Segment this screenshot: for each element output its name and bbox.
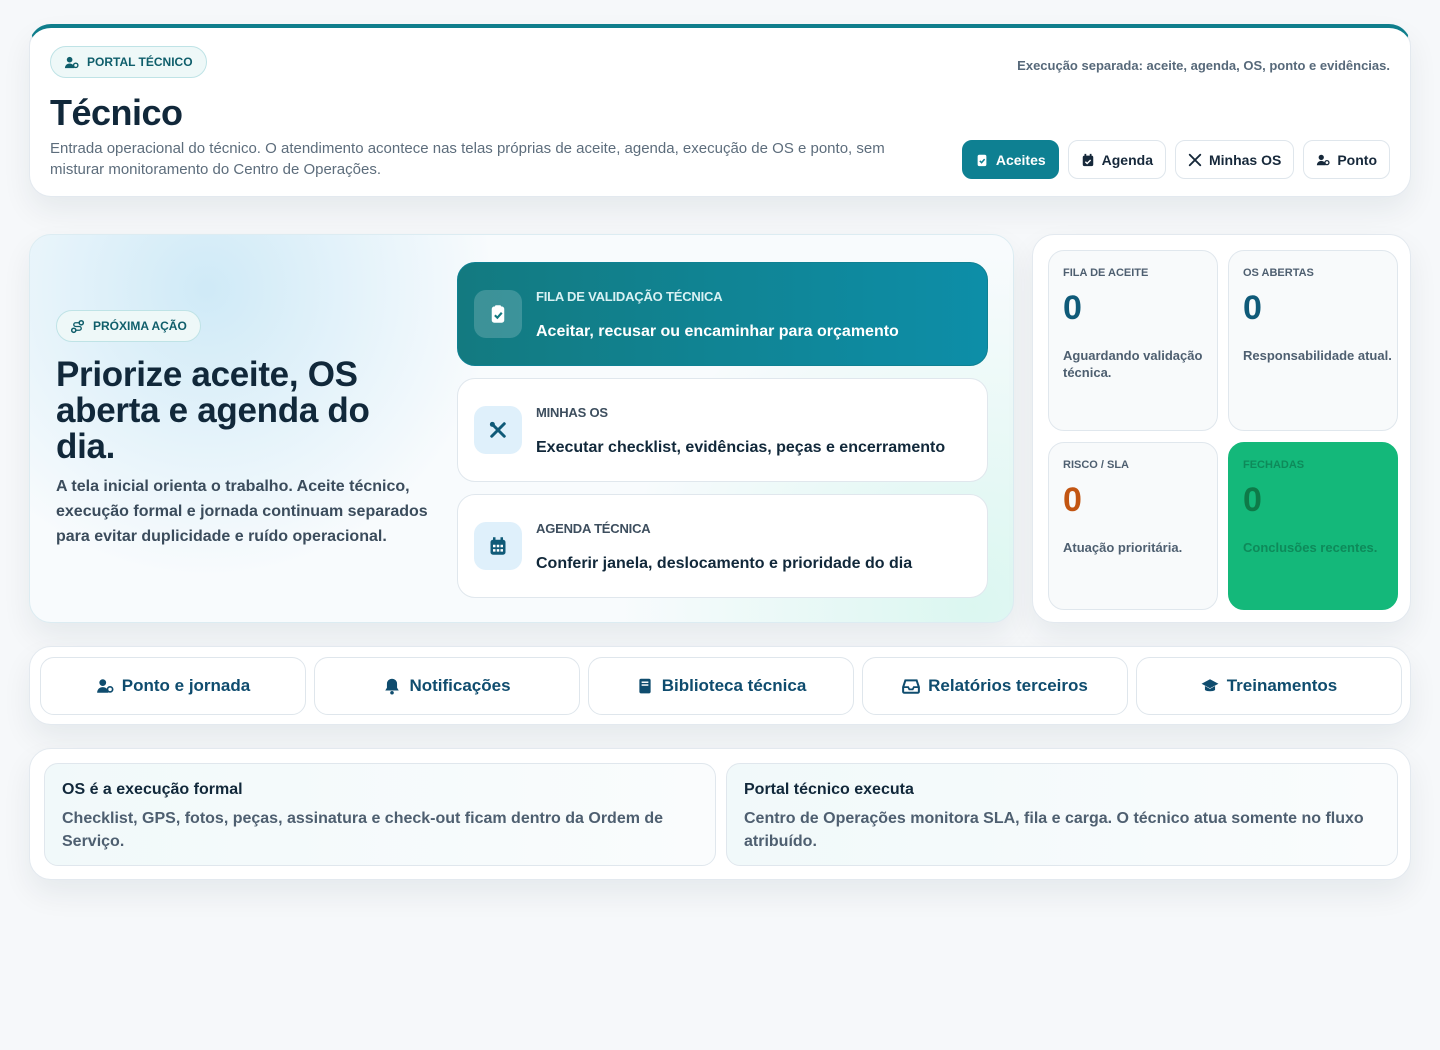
calendar-icon: [490, 537, 506, 555]
stat-value: 0: [1243, 289, 1262, 327]
quick-link-ponto-jornada[interactable]: Ponto e jornada: [40, 657, 306, 715]
action-validation-queue[interactable]: FILA DE VALIDAÇÃO TÉCNICA Aceitar, recus…: [457, 262, 988, 366]
book-icon: [639, 678, 651, 694]
action-kicker: FILA DE VALIDAÇÃO TÉCNICA: [536, 289, 723, 304]
info-title: OS é a execução formal: [62, 781, 243, 798]
stat-label: FILA DE ACEITE: [1063, 267, 1149, 279]
quick-link-label: Relatórios terceiros: [928, 676, 1088, 695]
header-tabs: Aceites Agenda Minhas OS Ponto: [961, 140, 1390, 179]
stat-note: Responsabilidade atual.: [1243, 348, 1392, 363]
hero-description: A tela inicial orienta o trabalho. Aceit…: [56, 478, 428, 545]
stat-note: Atuação prioritária.: [1063, 540, 1183, 555]
tab-ponto[interactable]: Ponto: [1303, 140, 1390, 179]
stat-label: OS ABERTAS: [1243, 267, 1314, 279]
stat-card-risco-sla[interactable]: RISCO / SLA 0 Atuação prioritária.: [1048, 442, 1218, 610]
quick-link-label: Treinamentos: [1226, 676, 1338, 695]
info-text: Centro de Operações monitora SLA, fila e…: [744, 810, 1364, 850]
tab-agenda[interactable]: Agenda: [1067, 140, 1166, 179]
stat-value: 0: [1243, 481, 1262, 519]
page-subtitle: Entrada operacional do técnico. O atendi…: [50, 140, 885, 178]
stat-note: Aguardando validação técnica.: [1063, 348, 1203, 380]
portal-pill-label: PORTAL TÉCNICO: [87, 55, 193, 69]
tab-minhas-os-label: Minhas OS: [1208, 151, 1282, 168]
stat-card-os-abertas[interactable]: OS ABERTAS 0 Responsabilidade atual.: [1228, 250, 1398, 431]
action-icon-box: [474, 290, 522, 338]
clipboard-check-icon: [977, 154, 987, 166]
tab-agenda-label: Agenda: [1101, 151, 1153, 168]
action-kicker: AGENDA TÉCNICA: [536, 521, 651, 536]
action-headline: Conferir janela, deslocamento e priorida…: [536, 555, 913, 572]
quick-link-biblioteca[interactable]: Biblioteca técnica: [588, 657, 854, 715]
action-kicker: MINHAS OS: [536, 405, 608, 420]
next-action-panel: PRÓXIMA AÇÃO Priorize aceite, OS aberta …: [29, 234, 1014, 623]
quick-link-label: Notificações: [409, 676, 511, 695]
next-action-pill: PRÓXIMA AÇÃO: [56, 310, 201, 342]
action-headline: Executar checklist, evidências, peças e …: [536, 439, 946, 456]
stat-card-fechadas[interactable]: FECHADAS 0 Conclusões recentes.: [1228, 442, 1398, 610]
hero-title: Priorize aceite, OS aberta e agenda do d…: [56, 355, 370, 466]
bell-icon: [385, 678, 400, 695]
action-agenda[interactable]: AGENDA TÉCNICA Conferir janela, deslocam…: [457, 494, 988, 598]
quick-link-treinamentos[interactable]: Treinamentos: [1136, 657, 1402, 715]
stat-value: 0: [1063, 481, 1082, 519]
stat-card-fila-aceite[interactable]: FILA DE ACEITE 0 Aguardando validação té…: [1048, 250, 1218, 431]
info-title: Portal técnico executa: [744, 781, 914, 798]
quick-link-notificacoes[interactable]: Notificações: [314, 657, 580, 715]
user-clock-icon: [96, 679, 114, 693]
stat-note: Conclusões recentes.: [1243, 540, 1378, 555]
portal-pill: PORTAL TÉCNICO: [50, 46, 207, 78]
info-box-portal-executa: Portal técnico executa Centro de Operaçõ…: [726, 763, 1398, 866]
clipboard-check-icon: [491, 305, 505, 323]
inbox-icon: [902, 679, 921, 694]
tab-aceites-label: Aceites: [995, 151, 1046, 168]
info-text: Checklist, GPS, fotos, peças, assinatura…: [62, 810, 664, 850]
action-my-os[interactable]: MINHAS OS Executar checklist, evidências…: [457, 378, 988, 482]
stat-label: FECHADAS: [1243, 459, 1305, 471]
user-clock-icon: [1317, 154, 1330, 165]
header-note: Execução separada: aceite, agenda, OS, p…: [1017, 58, 1390, 73]
tab-aceites[interactable]: Aceites: [961, 140, 1059, 179]
info-panel: OS é a execução formal Checklist, GPS, f…: [29, 748, 1411, 880]
header-card: PORTAL TÉCNICO Execução separada: aceite…: [29, 24, 1411, 197]
stat-value: 0: [1063, 289, 1082, 327]
stats-panel: FILA DE ACEITE 0 Aguardando validação té…: [1032, 234, 1411, 623]
graduation-cap-icon: [1201, 679, 1219, 692]
route-icon: [70, 319, 85, 333]
info-box-os-execucao: OS é a execução formal Checklist, GPS, f…: [44, 763, 716, 866]
action-icon-box: [474, 522, 522, 570]
quick-link-relatorios[interactable]: Relatórios terceiros: [862, 657, 1128, 715]
quick-link-label: Biblioteca técnica: [661, 676, 807, 695]
tools-icon: [1188, 153, 1202, 166]
action-icon-box: [474, 406, 522, 454]
action-headline: Aceitar, recusar ou encaminhar para orça…: [536, 323, 899, 340]
page-title: Técnico: [50, 92, 183, 133]
tools-icon: [489, 421, 506, 438]
user-gear-icon: [64, 56, 79, 68]
tab-minhas-os[interactable]: Minhas OS: [1174, 140, 1295, 179]
stat-label: RISCO / SLA: [1063, 459, 1130, 471]
tab-ponto-label: Ponto: [1337, 151, 1377, 168]
quick-links-bar: Ponto e jornada Notificações Biblioteca …: [29, 646, 1411, 725]
calendar-check-icon: [1082, 153, 1093, 166]
next-action-pill-label: PRÓXIMA AÇÃO: [93, 319, 187, 333]
quick-link-label: Ponto e jornada: [121, 676, 251, 695]
